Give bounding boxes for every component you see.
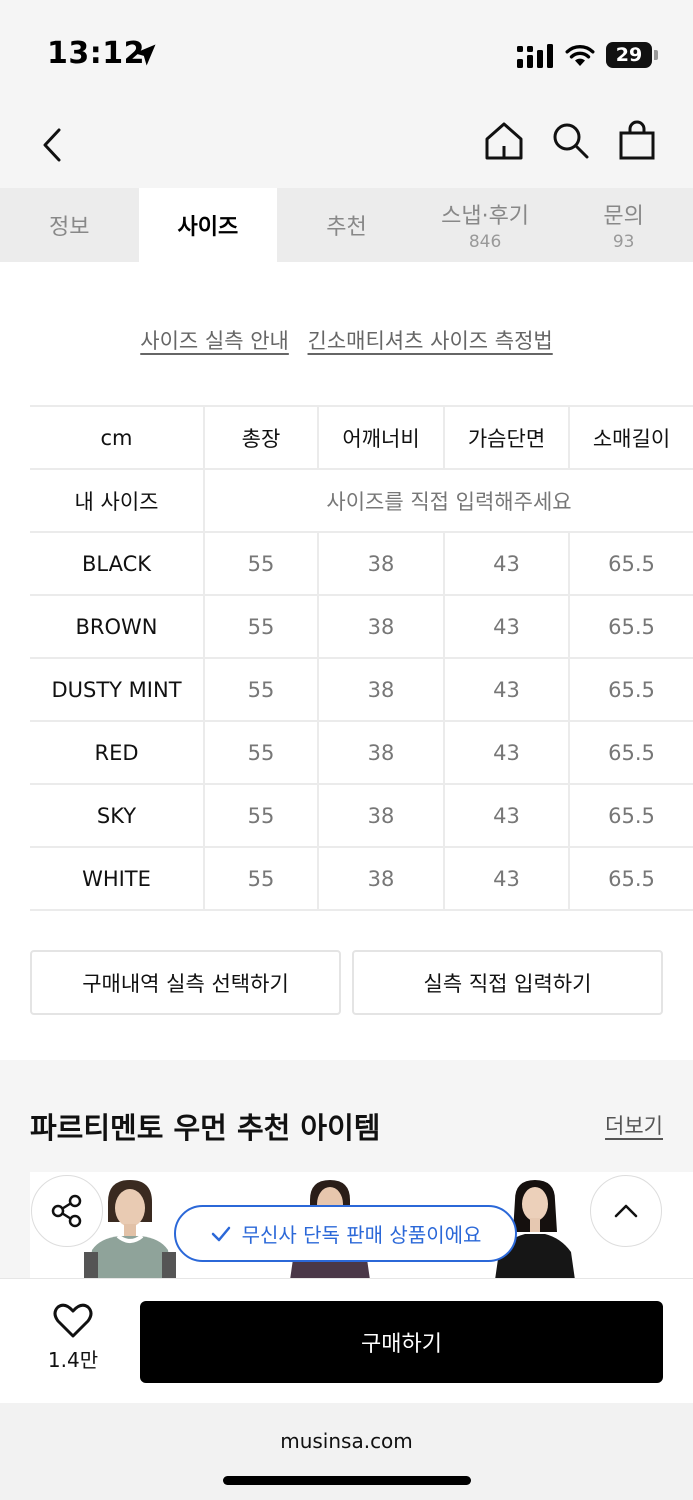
- select-from-history-button[interactable]: 구매내역 실측 선택하기: [30, 950, 341, 1015]
- buy-button[interactable]: 구매하기: [140, 1301, 663, 1383]
- tab-size[interactable]: 사이즈: [138, 188, 278, 262]
- cell-chest: 43: [443, 657, 569, 722]
- row-color: SKY: [30, 783, 204, 848]
- tab-inquiry[interactable]: 문의 93: [554, 188, 693, 262]
- recommend-more-link[interactable]: 더보기: [605, 1110, 663, 1140]
- back-icon[interactable]: [34, 125, 74, 165]
- cell-length: 55: [203, 720, 318, 785]
- like-button[interactable]: 1.4만: [30, 1303, 116, 1373]
- url-text[interactable]: musinsa.com: [0, 1429, 693, 1453]
- home-indicator[interactable]: [223, 1476, 471, 1485]
- tab-info[interactable]: 정보: [0, 188, 139, 262]
- exclusive-badge-text: 무신사 단독 판매 상품이에요: [241, 1223, 482, 1247]
- row-color: BROWN: [30, 594, 204, 659]
- direct-input-button[interactable]: 실측 직접 입력하기: [352, 950, 663, 1015]
- tab-recommend[interactable]: 추천: [277, 188, 416, 262]
- cell-length: 55: [203, 783, 318, 848]
- cell-length: 55: [203, 657, 318, 722]
- tab-inquiry-count: 93: [612, 232, 635, 252]
- battery-indicator: 29: [606, 42, 658, 68]
- header-shoulder: 어깨너비: [317, 405, 444, 470]
- status-bar: 13:12 29: [0, 0, 693, 105]
- tab-inquiry-label: 문의: [603, 204, 644, 229]
- home-icon[interactable]: [484, 120, 524, 160]
- cell-chest: 43: [443, 531, 569, 596]
- cell-length: 55: [203, 594, 318, 659]
- check-icon: [211, 1226, 230, 1241]
- tab-snap-review-label: 스냅·후기: [441, 204, 530, 229]
- cellular-signal-icon: [517, 44, 553, 68]
- battery-level: 29: [606, 42, 652, 68]
- cell-length: 55: [203, 846, 318, 911]
- size-table: cm 총장 어깨너비 가슴단면 소매길이 내 사이즈 사이즈를 직접 입력해주세…: [30, 405, 693, 911]
- chevron-up-icon: [614, 1204, 638, 1218]
- tab-size-label: 사이즈: [177, 215, 239, 240]
- cell-length: 55: [203, 531, 318, 596]
- heart-icon: [53, 1303, 93, 1338]
- cell-sleeve: 65.5: [568, 720, 693, 785]
- share-icon: [51, 1194, 82, 1228]
- cell-sleeve: 65.5: [568, 531, 693, 596]
- tab-snap-review[interactable]: 스냅·후기 846: [416, 188, 555, 262]
- cell-chest: 43: [443, 720, 569, 785]
- shopping-bag-icon[interactable]: [617, 120, 657, 160]
- table-row: BLACK 55 38 43 65.5: [30, 531, 693, 596]
- cell-shoulder: 38: [317, 531, 444, 596]
- header-sleeve: 소매길이: [568, 405, 693, 470]
- table-row: BROWN 55 38 43 65.5: [30, 594, 693, 659]
- location-arrow-icon: [134, 44, 156, 66]
- tab-snap-review-count: 846: [468, 232, 502, 252]
- my-size-row: 내 사이즈 사이즈를 직접 입력해주세요: [30, 468, 693, 533]
- like-count: 1.4만: [47, 1348, 99, 1372]
- size-guide-link[interactable]: 사이즈 실측 안내: [140, 329, 289, 353]
- cell-chest: 43: [443, 783, 569, 848]
- size-table-header: cm 총장 어깨너비 가슴단면 소매길이: [30, 405, 693, 470]
- tab-recommend-label: 추천: [326, 215, 367, 240]
- row-color: RED: [30, 720, 204, 785]
- scroll-top-button[interactable]: [590, 1175, 662, 1247]
- product-tabs: 정보 사이즈 추천 스냅·후기 846 문의 93: [0, 188, 693, 262]
- cell-sleeve: 65.5: [568, 657, 693, 722]
- tab-info-label: 정보: [49, 215, 90, 240]
- wifi-icon: [565, 44, 595, 66]
- header-unit: cm: [30, 405, 204, 470]
- recommend-title: 파르티멘토 우먼 추천 아이템: [30, 1111, 381, 1145]
- row-color: DUSTY MINT: [30, 657, 204, 722]
- header-chest: 가슴단면: [443, 405, 569, 470]
- table-row: WHITE 55 38 43 65.5: [30, 846, 693, 911]
- share-button[interactable]: [31, 1175, 103, 1247]
- cell-chest: 43: [443, 594, 569, 659]
- browser-bar: musinsa.com: [0, 1403, 693, 1500]
- size-guide-links: 사이즈 실측 안내 긴소매티셔츠 사이즈 측정법: [0, 325, 693, 355]
- row-color: WHITE: [30, 846, 204, 911]
- cell-sleeve: 65.5: [568, 594, 693, 659]
- cell-chest: 43: [443, 846, 569, 911]
- cell-shoulder: 38: [317, 657, 444, 722]
- cell-sleeve: 65.5: [568, 846, 693, 911]
- table-row: DUSTY MINT 55 38 43 65.5: [30, 657, 693, 722]
- header-length: 총장: [203, 405, 318, 470]
- table-row: RED 55 38 43 65.5: [30, 720, 693, 785]
- my-size-label: 내 사이즈: [30, 468, 204, 533]
- row-color: BLACK: [30, 531, 204, 596]
- cell-shoulder: 38: [317, 720, 444, 785]
- my-size-input[interactable]: 사이즈를 직접 입력해주세요: [203, 468, 693, 533]
- cell-shoulder: 38: [317, 846, 444, 911]
- cell-shoulder: 38: [317, 783, 444, 848]
- search-icon[interactable]: [550, 120, 590, 160]
- purchase-bar: 1.4만 구매하기: [0, 1278, 693, 1403]
- cell-sleeve: 65.5: [568, 783, 693, 848]
- table-row: SKY 55 38 43 65.5: [30, 783, 693, 848]
- cell-shoulder: 38: [317, 594, 444, 659]
- measure-method-link[interactable]: 긴소매티셔츠 사이즈 측정법: [308, 329, 553, 353]
- top-nav: [0, 105, 693, 188]
- exclusive-badge: 무신사 단독 판매 상품이에요: [174, 1205, 517, 1262]
